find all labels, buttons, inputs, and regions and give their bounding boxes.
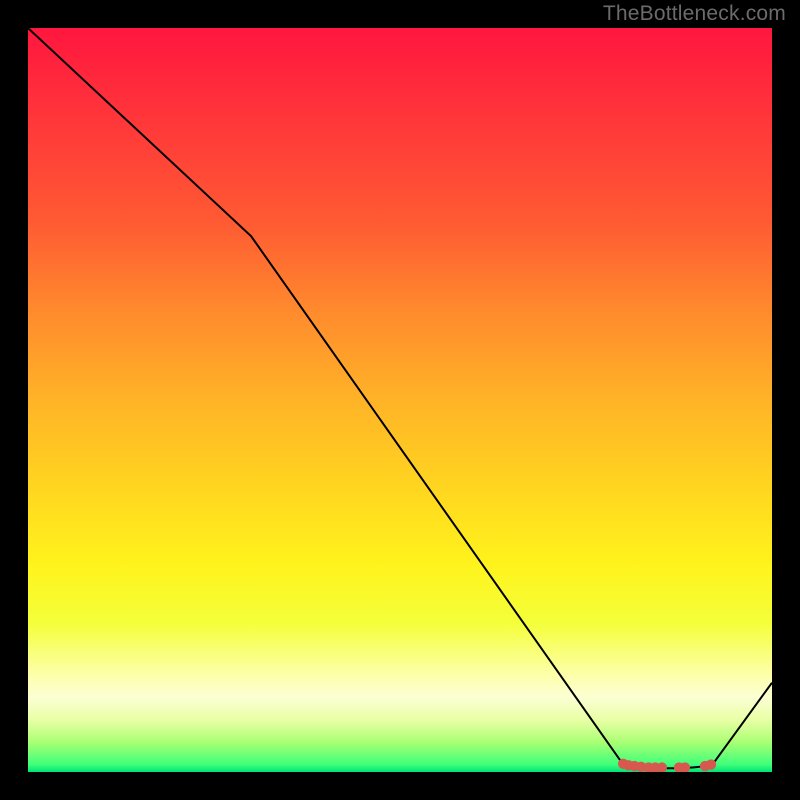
curve-marker [706,759,716,769]
marker-group [618,759,716,772]
chart-svg [28,28,772,772]
bottleneck-curve-path [28,28,772,768]
chart-container: TheBottleneck.com [0,0,800,800]
plot-area [28,28,772,772]
attribution-label: TheBottleneck.com [603,2,786,26]
curve-group [28,28,772,768]
